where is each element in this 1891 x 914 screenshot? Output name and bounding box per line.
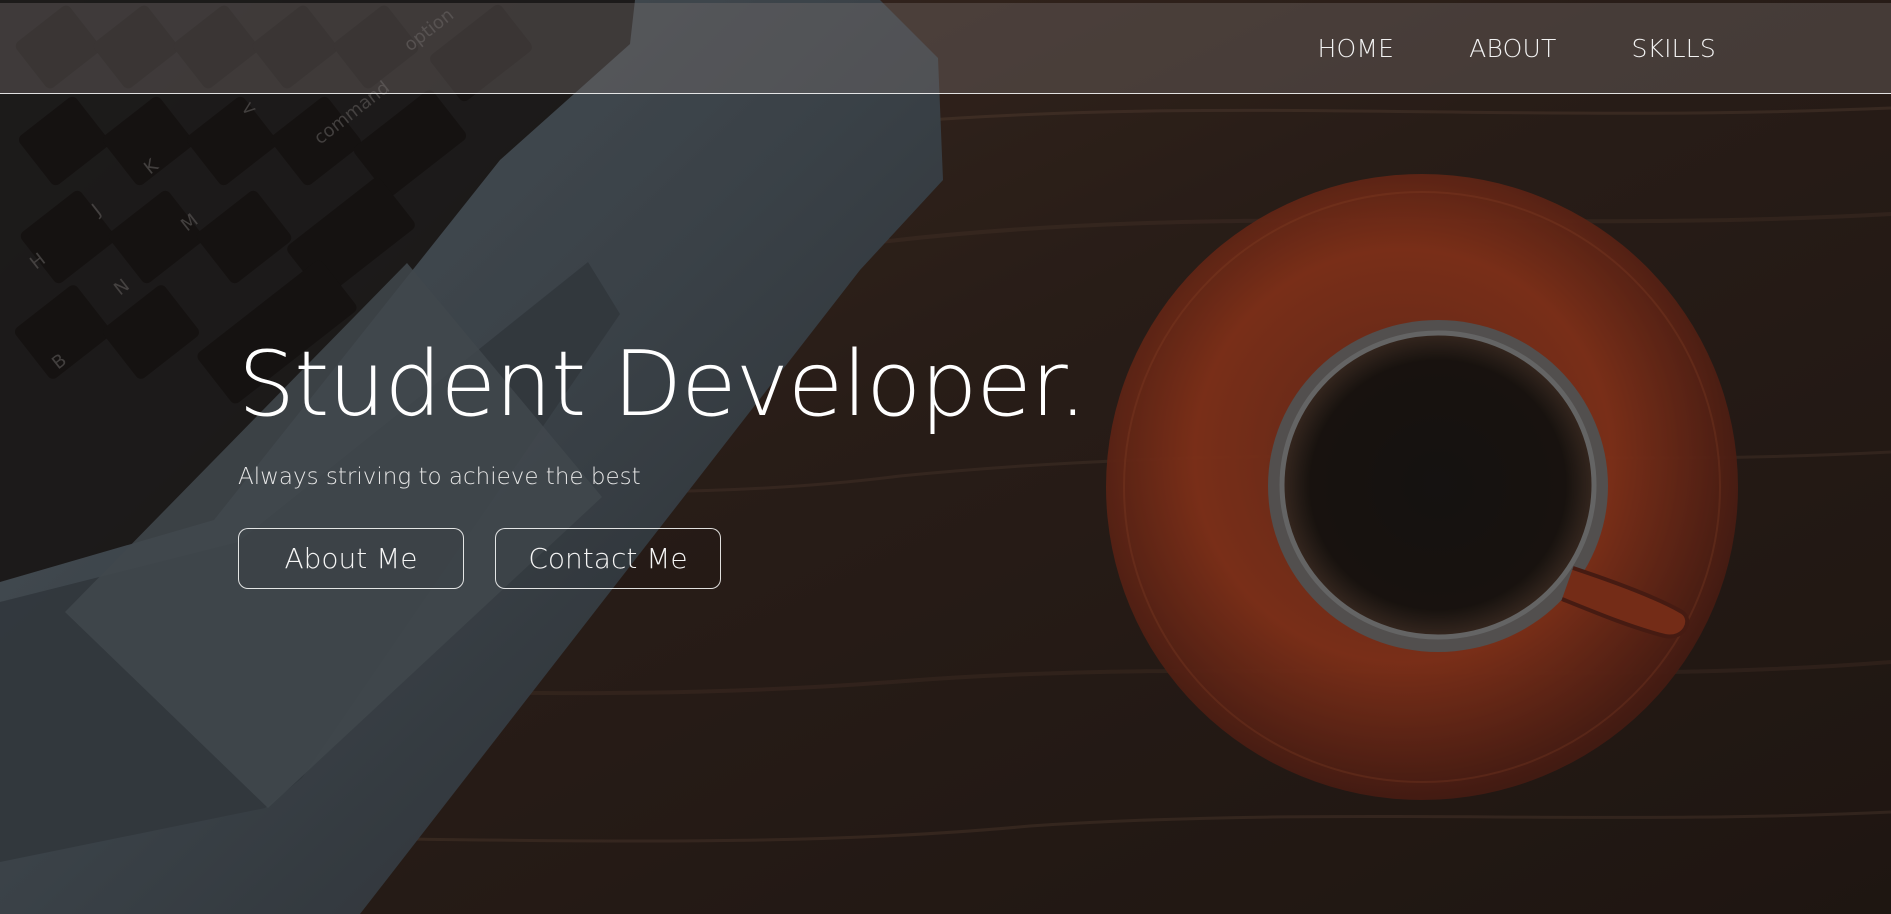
main-navigation: HOME ABOUT SKILLS: [1318, 3, 1717, 93]
hero-subtitle: Always striving to achieve the best: [238, 464, 641, 490]
nav-link-home[interactable]: HOME: [1318, 34, 1395, 63]
hero-section: option command M N B < K J H HOME ABOUT …: [0, 0, 1891, 914]
about-me-button[interactable]: About Me: [238, 528, 464, 589]
hero-content: Student Developer. Always striving to ac…: [238, 332, 1087, 589]
top-navigation-bar: HOME ABOUT SKILLS: [0, 3, 1891, 94]
nav-link-skills[interactable]: SKILLS: [1631, 34, 1716, 63]
nav-link-about[interactable]: ABOUT: [1469, 34, 1556, 63]
hero-title: Student Developer.: [238, 332, 1087, 437]
hero-button-group: About Me Contact Me: [238, 528, 1086, 589]
contact-me-button[interactable]: Contact Me: [495, 528, 721, 589]
